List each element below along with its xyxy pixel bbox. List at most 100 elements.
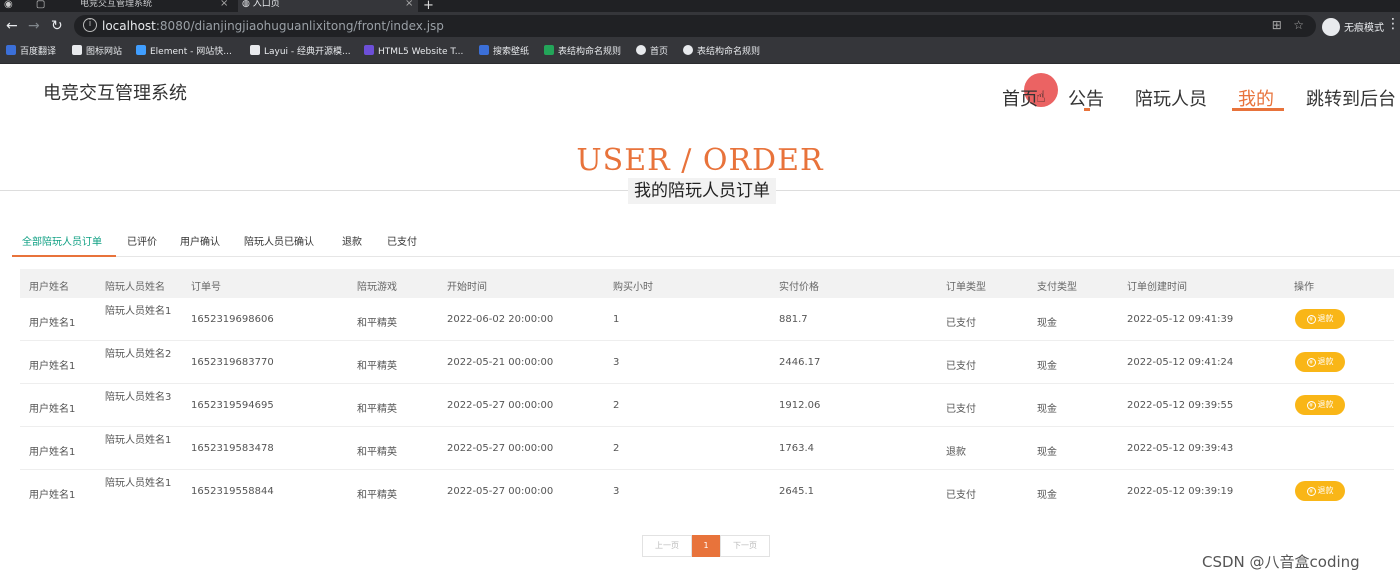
pagination: 上一页 1 下一页 [642,535,770,557]
cell-order-type: 已支付 [946,361,976,372]
tab-paid[interactable]: 已支付 [387,233,417,248]
refund-button[interactable]: ¥ 退款 [1295,481,1345,501]
bookmark-item[interactable]: 搜索壁纸 [479,44,529,60]
cell-order-no: 1652319583478 [191,443,274,454]
browser-tab-1[interactable]: 电竞交互管理系统 [80,0,230,12]
cell-game: 和平精英 [357,318,397,329]
yen-icon: ¥ [1306,487,1316,496]
refund-button[interactable]: ¥ 退款 [1295,309,1345,329]
nav-admin[interactable]: 跳转到后台 [1306,85,1396,111]
cell-price: 1912.06 [779,400,821,411]
cell-user: 用户姓名1 [29,361,76,372]
cell-price: 2645.1 [779,486,814,497]
more-icon[interactable]: ⋮ [1386,16,1400,32]
cell-pay-type: 现金 [1037,318,1057,329]
nav-active-underline [1232,108,1284,111]
forward-icon[interactable]: → [28,17,40,35]
tab-refund[interactable]: 退款 [342,233,362,248]
refund-button[interactable]: ¥ 退款 [1295,395,1345,415]
info-icon[interactable]: i [83,18,97,32]
cell-start-time: 2022-06-02 20:00:00 [447,314,554,325]
bookmark-item[interactable]: Layui - 经典开源模... [250,44,351,60]
close-icon[interactable]: × [220,0,228,9]
page-number-button[interactable]: 1 [692,535,720,557]
cell-game: 和平精英 [357,361,397,372]
column-header: 购买小时 [613,282,653,293]
bookmarks-bar: 百度翻译 图标网站 Element - 网站快... Layui - 经典开源模… [0,40,1400,64]
column-header: 陪玩人员姓名 [105,282,165,293]
browser-tab-label: 入口页 [252,0,280,9]
globe-icon [683,45,693,55]
cell-price: 2446.17 [779,357,821,368]
browser-tab-2[interactable]: ◍ 入口页 [238,0,418,12]
cell-start-time: 2022-05-27 00:00:00 [447,443,554,454]
window-icons: ◉ ▢ [4,0,56,10]
tab-reviewed[interactable]: 已评价 [127,233,157,248]
cell-order-type: 已支付 [946,318,976,329]
tab-user-confirmed[interactable]: 用户确认 [180,233,220,248]
cell-user: 用户姓名1 [29,490,76,501]
cell-companion: 陪玩人员姓名2 [105,349,172,360]
cell-start-time: 2022-05-27 00:00:00 [447,400,554,411]
translate-icon[interactable]: ⊞ ☆ [1272,18,1304,32]
tab-all-orders[interactable]: 全部陪玩人员订单 [22,233,102,248]
column-header: 支付类型 [1037,282,1077,293]
bookmark-item[interactable]: 表结构命名规则 [683,44,760,60]
reload-icon[interactable]: ↻ [51,17,63,35]
cell-companion: 陪玩人员姓名1 [105,478,172,489]
incognito-label: 无痕模式 [1344,23,1384,34]
browser-tab-label: 电竞交互管理系统 [80,0,153,9]
bookmark-item[interactable]: Element - 网站快... [136,44,232,60]
bookmark-item[interactable]: 百度翻译 [6,44,56,60]
table-row: 用户姓名1 陪玩人员姓名2 1652319683770 和平精英 2022-05… [20,341,1394,384]
tab-companion-confirmed[interactable]: 陪玩人员已确认 [244,233,314,248]
section-subtitle: 我的陪玩人员订单 [628,178,776,204]
wallpaper-icon [479,45,489,55]
watermark: CSDN @八音盒coding [1202,553,1360,571]
back-icon[interactable]: ← [6,17,18,35]
cell-companion: 陪玩人员姓名1 [105,306,172,317]
close-icon[interactable]: × [405,0,413,9]
bookmark-item[interactable]: 表结构命名规则 [544,44,621,60]
cell-user: 用户姓名1 [29,447,76,458]
yen-icon: ¥ [1306,315,1316,324]
bookmark-item[interactable]: 图标网站 [72,44,122,60]
prev-page-button[interactable]: 上一页 [642,535,692,557]
order-tabs: 全部陪玩人员订单 已评价 用户确认 陪玩人员已确认 退款 已支付 [12,225,1400,257]
nav-indicator [1084,108,1090,111]
cell-companion: 陪玩人员姓名3 [105,392,172,403]
nav-companions[interactable]: 陪玩人员 [1135,85,1207,111]
cell-hours: 1 [613,314,620,325]
globe-icon: ◍ [242,0,253,9]
flag-icon [72,45,82,55]
cell-companion: 陪玩人员姓名1 [105,435,172,446]
column-header: 开始时间 [447,282,487,293]
column-header: 订单类型 [946,282,986,293]
cell-order-type: 已支付 [946,404,976,415]
cell-created: 2022-05-12 09:41:24 [1127,357,1234,368]
cell-pay-type: 现金 [1037,404,1057,415]
cell-order-no: 1652319683770 [191,357,274,368]
bookmark-item[interactable]: 首页 [636,44,668,60]
nav-home[interactable]: 首页 [1002,85,1038,111]
column-header: 订单号 [191,282,221,293]
page: 电竞交互管理系统 首页 ☝ 公告 陪玩人员 我的 跳转到后台 USER / OR… [0,65,1400,581]
url-text: localhost:8080/dianjingjiaohuguanlixiton… [102,19,444,33]
bookmark-item[interactable]: HTML5 Website T... [364,44,463,60]
next-page-button[interactable]: 下一页 [720,535,770,557]
column-header: 操作 [1294,282,1314,293]
cell-order-type: 已支付 [946,490,976,501]
refund-button[interactable]: ¥ 退款 [1295,352,1345,372]
cell-hours: 2 [613,443,620,454]
table-row: 用户姓名1 陪玩人员姓名1 1652319698606 和平精英 2022-06… [20,298,1394,341]
incognito-icon[interactable] [1322,18,1340,36]
table-row: 用户姓名1 陪玩人员姓名3 1652319594695 和平精英 2022-05… [20,384,1394,427]
cell-hours: 2 [613,400,620,411]
cell-start-time: 2022-05-27 00:00:00 [447,486,554,497]
site-logo[interactable]: 电竞交互管理系统 [43,79,187,105]
baidu-translate-icon [6,45,16,55]
layui-icon [250,45,260,55]
yen-icon: ¥ [1306,358,1316,367]
cell-order-no: 1652319594695 [191,400,274,411]
url-field[interactable]: i localhost:8080/dianjingjiaohuguanlixit… [74,15,1316,37]
